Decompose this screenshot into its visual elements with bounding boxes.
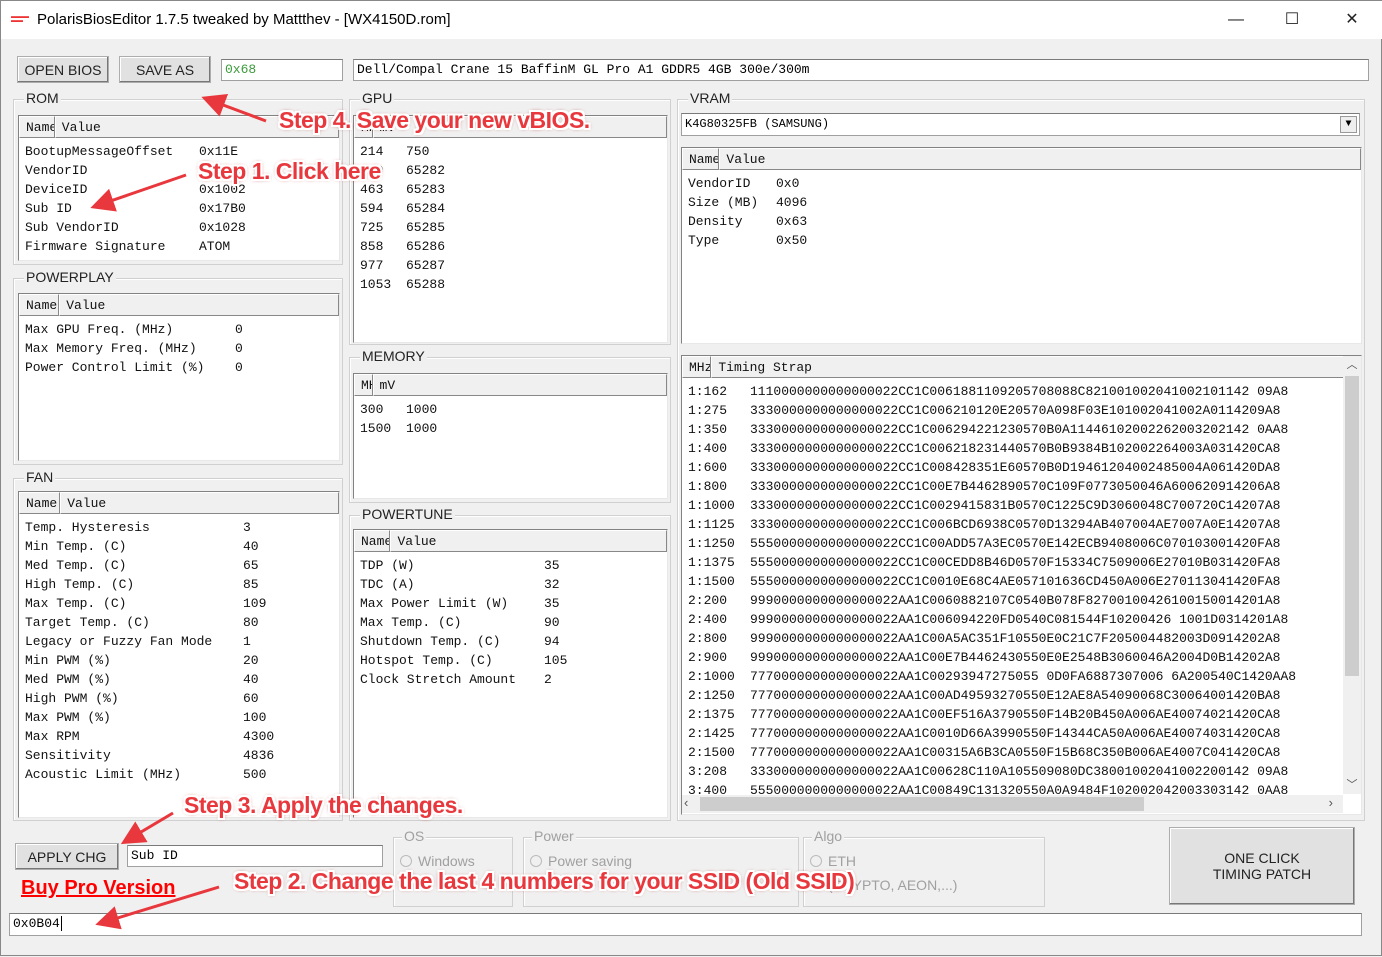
step3-arrow (120, 811, 174, 845)
step2-arrow (95, 885, 220, 930)
step1-annotation: Step 1. Click here (198, 158, 381, 184)
step2-annotation: Step 2. Change the last 4 numbers for yo… (234, 868, 855, 894)
step4-arrow (201, 94, 267, 123)
step3-annotation: Step 3. Apply the changes. (184, 792, 463, 818)
step4-annotation: Step 4. Save your new vBIOS. (279, 107, 590, 133)
step1-arrow (90, 173, 187, 212)
